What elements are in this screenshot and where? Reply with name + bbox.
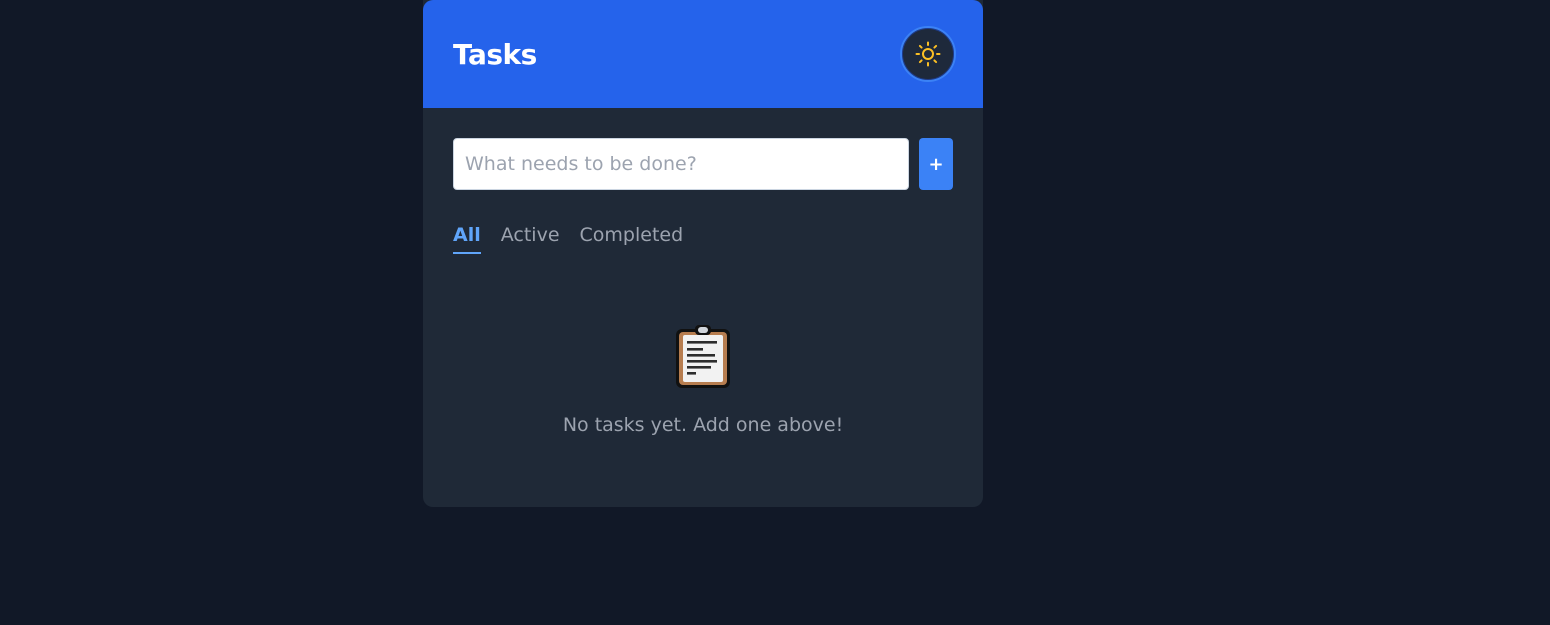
empty-state-message: No tasks yet. Add one above! bbox=[562, 414, 844, 436]
card-body: + All Active Completed bbox=[423, 108, 983, 436]
task-input[interactable] bbox=[453, 138, 909, 190]
todo-card: Tasks + All A bbox=[423, 0, 983, 507]
card-header: Tasks bbox=[423, 0, 983, 108]
add-task-button[interactable]: + bbox=[919, 138, 953, 190]
tab-completed[interactable]: Completed bbox=[580, 224, 684, 254]
sun-icon bbox=[915, 41, 941, 67]
theme-toggle-button[interactable] bbox=[900, 26, 956, 82]
add-task-row: + bbox=[453, 138, 953, 190]
empty-state: No tasks yet. Add one above! bbox=[453, 324, 953, 436]
clipboard-icon bbox=[676, 325, 730, 388]
page-title: Tasks bbox=[453, 37, 537, 71]
tab-all[interactable]: All bbox=[453, 224, 481, 254]
tab-active[interactable]: Active bbox=[501, 224, 560, 254]
filter-tabs: All Active Completed bbox=[453, 224, 953, 254]
